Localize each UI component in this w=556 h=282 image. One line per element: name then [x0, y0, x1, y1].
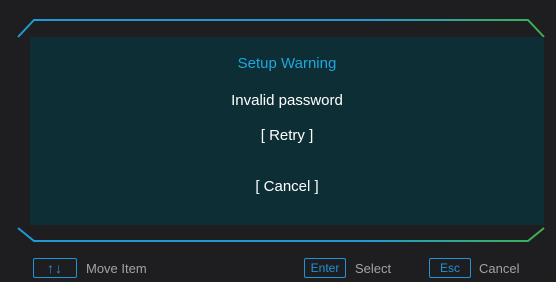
- select-label: Select: [355, 261, 392, 276]
- up-down-arrows-icon: ↑↓: [33, 258, 77, 278]
- cancel-label: Cancel: [479, 261, 520, 276]
- dialog-message: Invalid password: [231, 92, 343, 109]
- frame-bottom: [17, 227, 545, 242]
- esc-key: Esc: [429, 258, 471, 278]
- footer-help-bar: ↑↓ Move Item Enter Select Esc Cancel: [0, 256, 556, 280]
- warning-dialog: Setup Warning Invalid password [ Retry ]…: [30, 37, 544, 225]
- cancel-option[interactable]: [ Cancel ]: [255, 178, 318, 195]
- frame-top: [17, 19, 545, 38]
- enter-key: Enter: [304, 258, 346, 278]
- dialog-title: Setup Warning: [237, 55, 337, 72]
- move-item-label: Move Item: [86, 261, 147, 276]
- retry-option[interactable]: [ Retry ]: [261, 127, 314, 144]
